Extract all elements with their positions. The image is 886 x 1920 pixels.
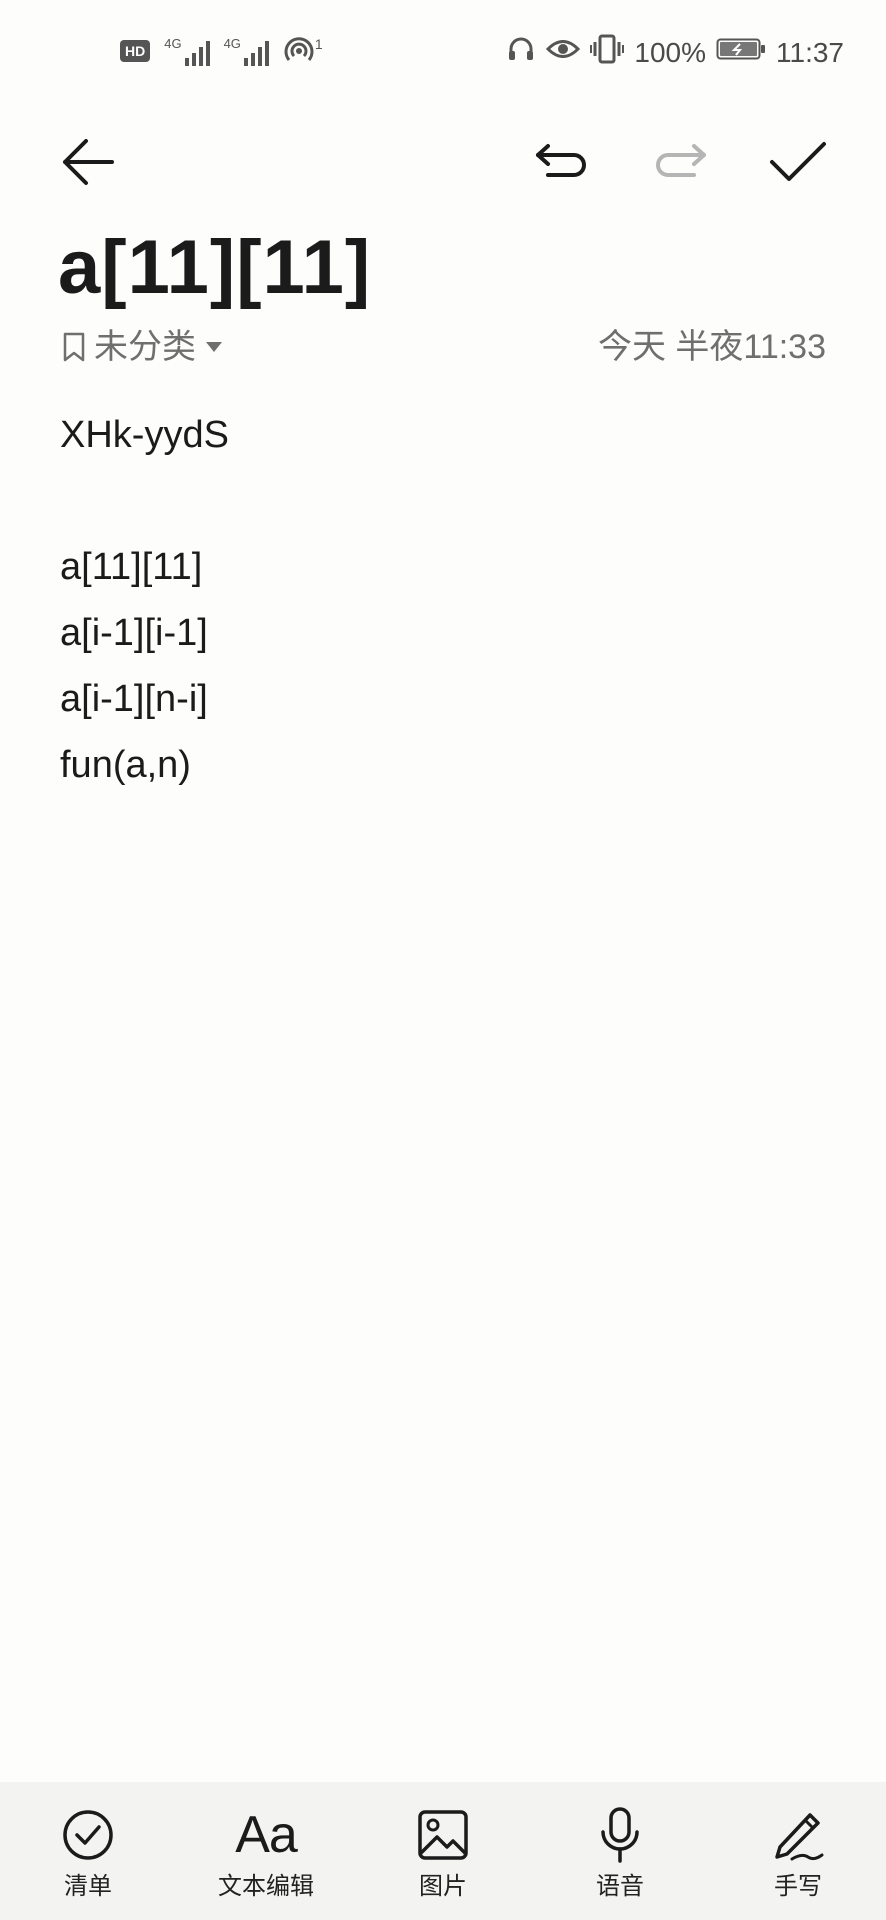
signal-icon: 4G: [164, 35, 210, 66]
redo-icon: [656, 144, 706, 177]
network-type-label: 4G: [223, 35, 241, 51]
status-right: 100% 11:37: [506, 34, 844, 71]
text-format-button[interactable]: Aa 文本编辑: [186, 1802, 346, 1902]
undo-icon: [536, 144, 586, 177]
microphone-icon: [601, 1807, 639, 1863]
note-toolbar: [0, 110, 886, 210]
battery-percent: 100%: [634, 36, 706, 68]
clock: 11:37: [776, 36, 844, 68]
checklist-button[interactable]: 清单: [8, 1802, 168, 1902]
text-format-icon: Aa: [235, 1806, 298, 1864]
eye-icon: [546, 36, 581, 69]
bottom-toolbar: 清单 Aa 文本编辑 图片 语音 手写: [0, 1782, 886, 1920]
category-label: 未分类: [94, 328, 196, 366]
save-button[interactable]: [766, 130, 830, 194]
note-line: XHk-yydS: [60, 414, 229, 456]
text-format-label: 文本编辑: [218, 1873, 314, 1900]
checklist-label: 清单: [64, 1873, 112, 1900]
note-body[interactable]: XHk-yydS a[11][11] a[i-1][i-1] a[i-1][n-…: [60, 402, 840, 798]
note-timestamp: 今天 半夜11:33: [597, 328, 826, 366]
image-icon: [418, 1810, 468, 1860]
checkmark-icon: [770, 142, 826, 181]
note-line: a[i-1][n-i]: [60, 678, 208, 720]
status-bar: HD 4G 4G 1 100% 11:37: [0, 0, 886, 110]
battery-icon: [716, 36, 766, 69]
network-type-label: 4G: [164, 35, 182, 51]
note-line: a[11][11]: [60, 546, 203, 588]
pen-icon: [775, 1813, 824, 1861]
handwriting-label: 手写: [774, 1873, 822, 1900]
signal-icon: 4G: [224, 37, 269, 66]
hd-icon: HD: [120, 40, 151, 62]
back-arrow-icon: [63, 139, 114, 185]
headphones-icon: [506, 34, 536, 71]
image-label: 图片: [419, 1873, 467, 1900]
checklist-icon: [63, 1810, 113, 1860]
category-selector[interactable]: 未分类: [62, 322, 224, 372]
bookmark-icon: [63, 332, 85, 362]
back-button[interactable]: [56, 130, 120, 194]
undo-button[interactable]: [530, 130, 594, 194]
handwriting-button[interactable]: 手写: [718, 1802, 878, 1902]
hotspot-count: 1: [314, 36, 323, 52]
image-button[interactable]: 图片: [363, 1802, 523, 1902]
vibrate-icon: [590, 34, 625, 71]
note-line: fun(a,n): [60, 744, 191, 786]
redo-button[interactable]: [648, 130, 712, 194]
note-line: a[i-1][i-1]: [60, 612, 208, 654]
dropdown-arrow-icon: [206, 342, 222, 352]
note-line: [60, 468, 840, 534]
voice-button[interactable]: 语音: [540, 1802, 700, 1902]
status-left: HD 4G 4G 1: [120, 36, 323, 66]
hotspot-icon: 1: [283, 36, 323, 66]
note-title[interactable]: a[11][11]: [58, 222, 371, 314]
voice-label: 语音: [596, 1873, 644, 1900]
